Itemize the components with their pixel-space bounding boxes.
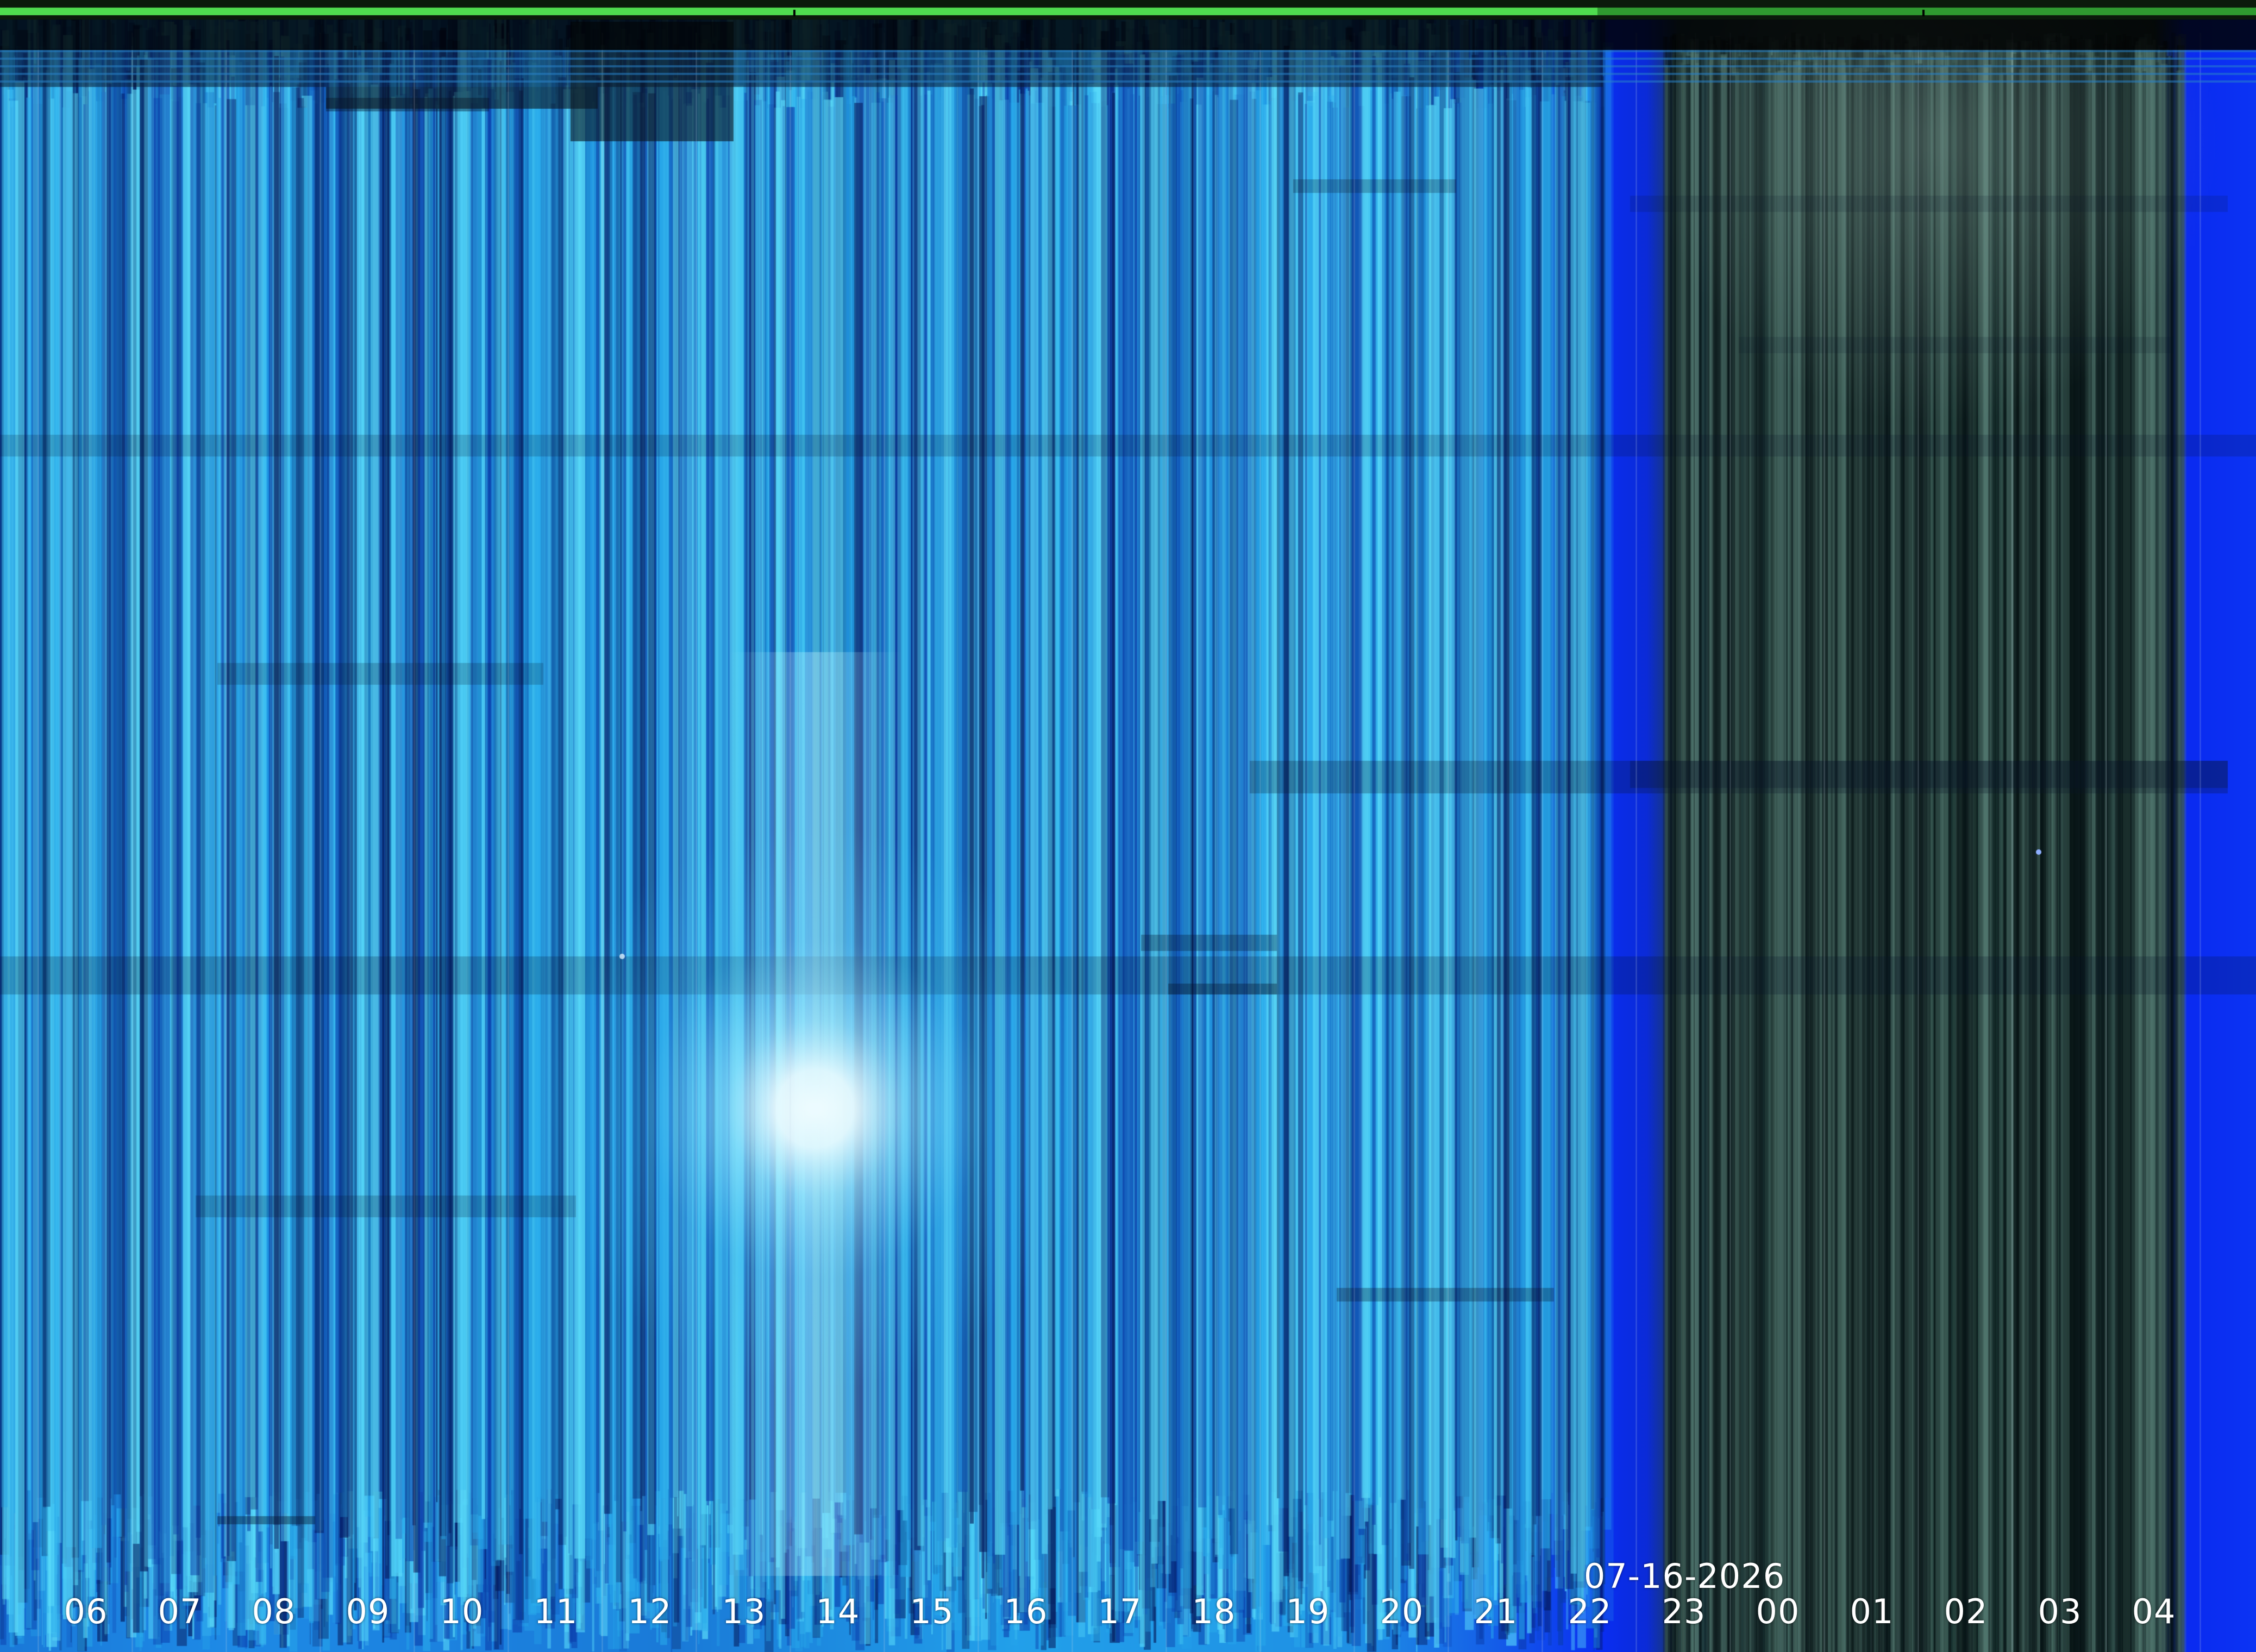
keogram-image: 07-16-2026 06 07 08 09 10 11 12 13 14 15 16 17 18 19 2… [0,0,2256,1652]
keogram-canvas [0,0,2256,1652]
